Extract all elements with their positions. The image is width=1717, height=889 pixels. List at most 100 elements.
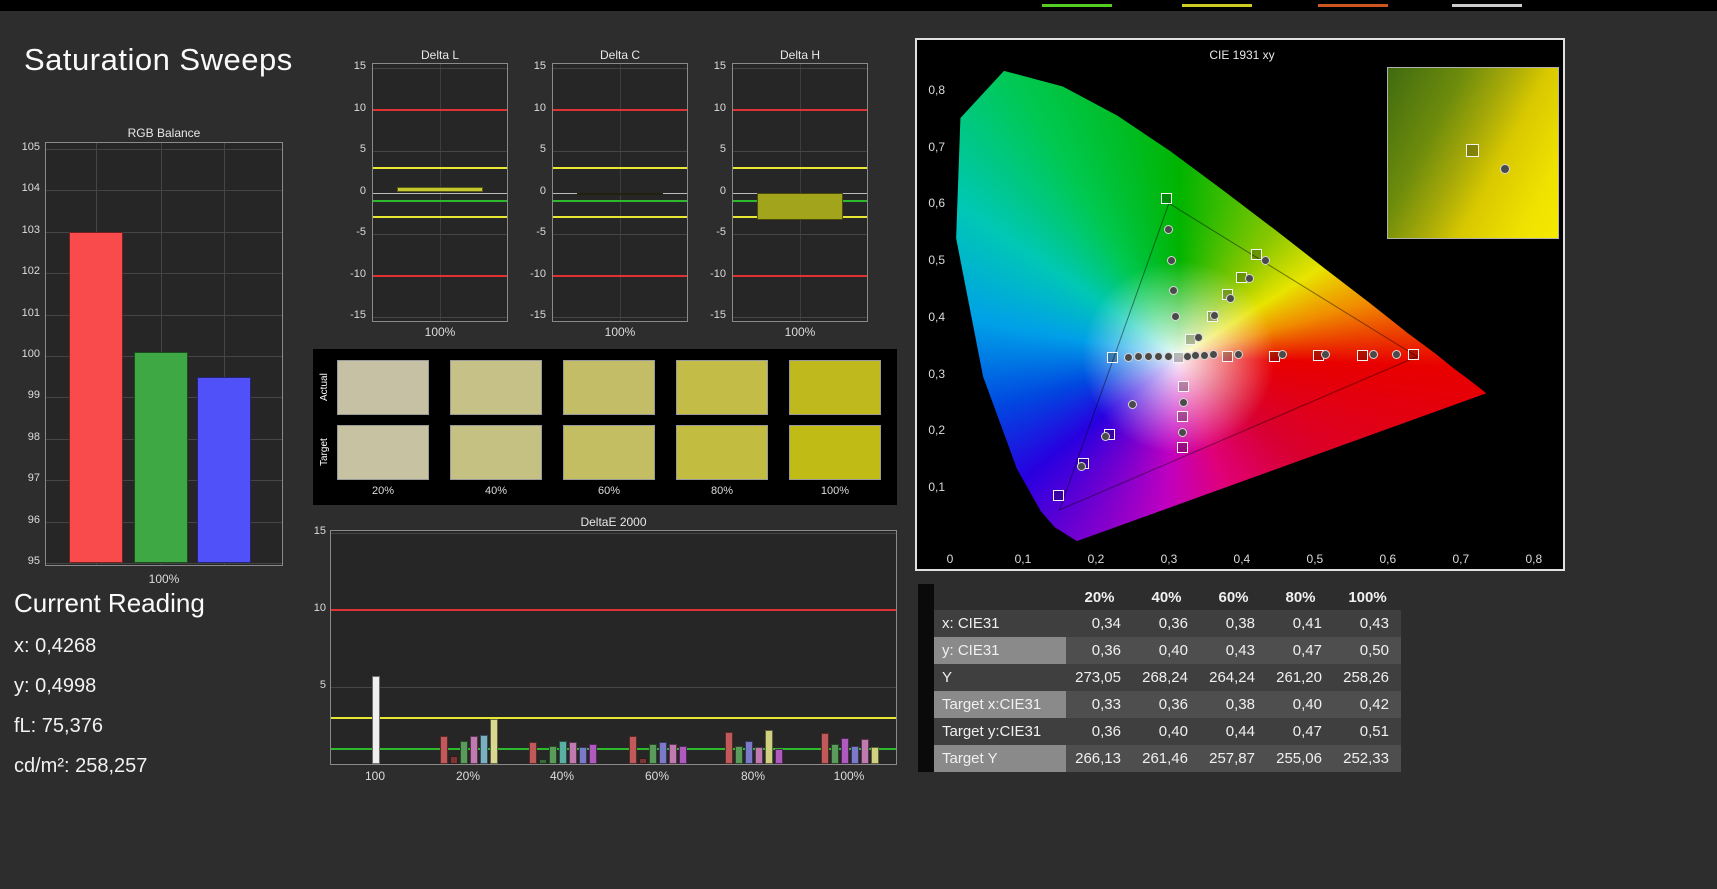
table-value-cell: 0,40 [1133,637,1200,664]
cie-measured-marker [1123,352,1133,362]
table-value-cell: 261,46 [1133,745,1200,772]
deltae-bar [470,736,478,764]
plot-area [372,63,508,322]
cie-target-marker [1107,351,1119,363]
current-reading-title: Current Reading [14,588,205,618]
cie-1931-chart: CIE 1931 xy 0 0,1 0,2 0,3 0,4 0,5 0,6 0,7 0,8 0,1 0… [915,38,1565,571]
deltae-bar [649,743,657,764]
table-value-cell: 0,41 [1267,610,1334,637]
gridline [373,317,507,318]
delta-h-chart: Delta H 15 10 5 0 -5 -10 -15 100% [698,48,874,348]
swatch-column-label: 80% [710,485,734,497]
deltae-bar [529,742,537,764]
table-value-cell: 0,33 [1066,691,1133,718]
deltae-bar [851,745,859,764]
table-value-cell: 0,47 [1267,637,1334,664]
cie-measured-marker [1168,285,1178,295]
reading-fl: fL: 75,376 [14,715,103,737]
reference-line [373,108,507,111]
y-axis-label: 0,5 [928,253,945,268]
deltae-bar [539,759,547,764]
reading-cdm2: cd/m²: 258,257 [14,755,148,777]
gridline [553,234,687,235]
deltae-bar [871,747,879,764]
rgb-bar-green [134,351,188,563]
table-row: Y 273,05 268,24 264,24 261,20 258,26 [918,664,1402,691]
reference-line [553,274,687,277]
table-value-cell: 0,43 [1334,610,1401,637]
y-axis-label: 0,6 [928,196,945,211]
table-row-label: Y [934,664,1066,691]
y-axis-label: 100 [21,348,40,360]
cie-measured-marker [1133,352,1143,362]
deltae-bar [659,742,667,764]
x-axis-label: 40% [549,769,575,783]
cie-measured-marker [1193,333,1203,343]
rgb-bar-blue [197,376,251,563]
page-title: Saturation Sweeps [24,42,293,77]
deltae-bar [735,745,743,764]
table-row-label: Target y:CIE31 [934,718,1066,745]
table-value-cell: 0,44 [1200,718,1267,745]
table-row: y: CIE31 0,36 0,40 0,43 0,47 0,50 [918,637,1402,664]
gridline [733,68,867,69]
y-axis-label: 0,4 [928,309,945,324]
reference-line [553,166,687,169]
chart-title: CIE 1931 xy [1209,48,1275,62]
cie-measured-marker [1076,461,1086,471]
y-axis-label: -5 [356,226,366,238]
table-value-cell: 0,43 [1200,637,1267,664]
table-black-cell [918,691,934,718]
cie-measured-marker [1100,431,1110,441]
y-axis-label: -15 [350,309,366,321]
gridline [46,149,282,150]
reference-line [331,716,896,719]
x-axis-label: 0,6 [1379,552,1397,566]
target-swatch [789,425,881,480]
gridline [46,190,282,192]
table-row-label: Target Y [934,745,1066,772]
chart-title: Delta L [420,48,460,62]
reference-line [733,108,867,111]
table-value-cell: 0,36 [1133,691,1200,718]
cie-target-marker [1053,489,1065,501]
deltae-bar [841,737,849,764]
delta-l-chart: Delta L 15 10 5 0 -5 -10 -15 100% [338,48,514,348]
cie-target-marker [1221,350,1233,362]
gridline [733,234,867,235]
chart-title: DeltaE 2000 [580,515,647,529]
deltae-bar [490,719,498,764]
chart-title: RGB Balance [127,126,201,140]
x-axis-label: 0,3 [1160,552,1178,566]
y-axis-label: 0 [719,184,726,197]
table-header-cell: 40% [1151,588,1182,606]
reference-line [331,747,896,750]
cie-target-marker [1178,380,1190,392]
deltae-bar [669,743,677,764]
reference-line [373,166,507,169]
deltae-bar [639,757,647,764]
cie-target-marker [1466,144,1479,157]
topbar-accent-dash [1318,4,1388,7]
deltae-bar [480,734,488,764]
deltae-bar [775,748,783,764]
x-axis-label: 0,5 [1306,552,1324,566]
deltae-bar [589,743,597,764]
chart-title: Delta H [779,48,820,62]
plot-area [732,63,868,322]
y-axis-label: 97 [27,472,40,485]
gridline [373,192,507,194]
deltae2000-chart: DeltaE 2000 15 10 5 100 20% 40% 60% 80% 100% [300,515,900,795]
table-row: Target y:CIE31 0,36 0,40 0,44 0,47 0,51 [918,718,1402,745]
cie-target-marker [1407,349,1419,361]
actual-swatch [676,360,768,415]
y-axis-label: 5 [359,143,366,155]
table-value-cell: 0,34 [1066,610,1133,637]
x-axis-label: 100% [148,572,180,586]
table-row-label: Target x:CIE31 [934,691,1066,718]
plot-area [330,530,897,765]
x-axis-label: 0,2 [1087,552,1105,566]
actual-swatch [337,360,429,415]
measurement-table: 20% 40% 60% 80% 100% x: CIE31 0,34 0,36 0,38 0,41… [918,584,1402,772]
table-value-cell: 261,20 [1267,664,1334,691]
